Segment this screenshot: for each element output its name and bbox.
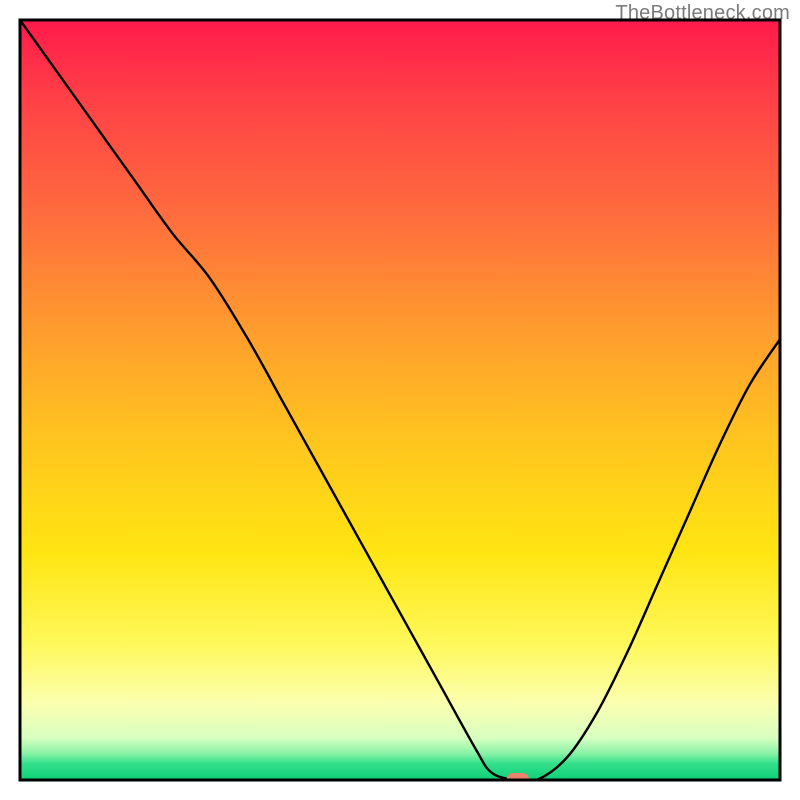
gradient-background xyxy=(20,20,780,780)
bottleneck-chart xyxy=(0,0,800,800)
